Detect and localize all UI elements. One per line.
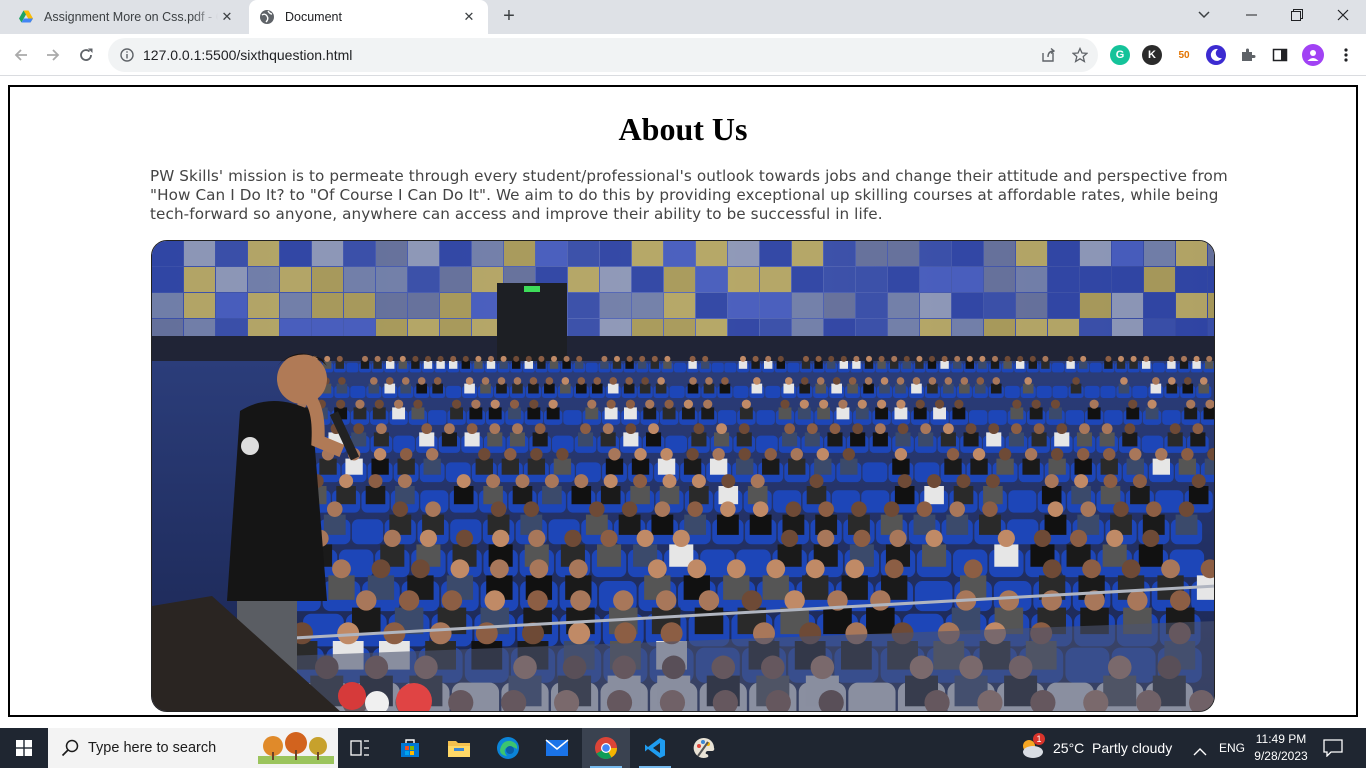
- tab-assignment-pdf[interactable]: Assignment More on Css.pdf - G ✕: [8, 0, 246, 34]
- k-extension-icon[interactable]: K: [1142, 45, 1162, 65]
- extensions-puzzle-icon[interactable]: [1238, 45, 1258, 65]
- task-view-icon[interactable]: [336, 728, 384, 768]
- tab-search-chevron-icon[interactable]: [1192, 5, 1216, 25]
- weather-badge: 1: [1033, 733, 1045, 745]
- reload-icon[interactable]: [74, 43, 98, 67]
- vscode-icon[interactable]: [631, 728, 679, 768]
- mission-paragraph: PW Skills' mission is to permeate throug…: [150, 167, 1228, 223]
- kebab-menu-icon[interactable]: [1336, 45, 1356, 65]
- new-tab-button[interactable]: +: [498, 6, 520, 28]
- window-controls: [1228, 0, 1366, 30]
- url-text: 127.0.0.1:5500/sixthquestion.html: [143, 47, 353, 63]
- language-indicator[interactable]: ENG: [1219, 741, 1245, 755]
- globe-icon: [259, 9, 275, 25]
- minimize-button[interactable]: [1228, 0, 1274, 30]
- moon-extension-icon[interactable]: [1206, 45, 1226, 65]
- auditorium-photo: [151, 240, 1215, 712]
- taskbar-search-box[interactable]: Type here to search: [48, 728, 338, 768]
- search-icon: [61, 739, 79, 762]
- close-tab-icon[interactable]: ✕: [460, 8, 478, 26]
- edge-browser-icon[interactable]: [484, 728, 532, 768]
- paint-icon[interactable]: [680, 728, 728, 768]
- page-title: About Us: [618, 111, 748, 147]
- weather-text[interactable]: 25°C Partly cloudy: [1053, 740, 1172, 756]
- search-placeholder: Type here to search: [88, 740, 217, 756]
- restore-button[interactable]: [1274, 0, 1320, 30]
- windows-start-icon[interactable]: [0, 728, 48, 768]
- back-arrow-icon[interactable]: [9, 43, 33, 67]
- google-drive-icon: [18, 9, 34, 25]
- tab-title: Assignment More on Css.pdf - G: [44, 10, 218, 24]
- clock[interactable]: 11:49 PM 9/28/2023: [1245, 731, 1317, 765]
- tab-strip: Assignment More on Css.pdf - G ✕ Documen…: [0, 0, 1366, 34]
- tab-document[interactable]: Document ✕: [249, 0, 488, 34]
- grammarly-icon[interactable]: G: [1110, 45, 1130, 65]
- counter-extension-icon[interactable]: 50: [1174, 45, 1194, 65]
- close-window-button[interactable]: [1320, 0, 1366, 30]
- microsoft-store-icon[interactable]: [386, 728, 434, 768]
- bookmark-star-icon[interactable]: [1071, 46, 1089, 64]
- about-section: About Us PW Skills' mission is to permea…: [8, 85, 1358, 717]
- file-explorer-icon[interactable]: [435, 728, 483, 768]
- close-tab-icon[interactable]: ✕: [218, 8, 236, 26]
- windows-taskbar: Type here to search 1 25°C Partly cloudy…: [0, 728, 1366, 768]
- time-text: 11:49 PM: [1255, 732, 1307, 746]
- share-icon[interactable]: [1039, 46, 1057, 64]
- tab-title: Document: [285, 10, 342, 24]
- date-text: 9/28/2023: [1254, 749, 1308, 763]
- web-page-viewport: About Us PW Skills' mission is to permea…: [0, 77, 1366, 728]
- notifications-icon[interactable]: [1323, 739, 1343, 762]
- forward-arrow-icon[interactable]: [41, 43, 65, 67]
- show-hidden-icons-chevron-icon[interactable]: [1193, 743, 1207, 761]
- profile-avatar[interactable]: [1302, 44, 1324, 66]
- chrome-taskbar-icon[interactable]: [582, 728, 630, 768]
- mail-icon[interactable]: [533, 728, 581, 768]
- browser-toolbar: 127.0.0.1:5500/sixthquestion.html G K 50: [0, 34, 1366, 76]
- address-bar[interactable]: 127.0.0.1:5500/sixthquestion.html: [108, 38, 1098, 72]
- autumn-trees-icon: [258, 732, 334, 768]
- site-info-icon[interactable]: [118, 46, 136, 64]
- side-panel-icon[interactable]: [1270, 45, 1290, 65]
